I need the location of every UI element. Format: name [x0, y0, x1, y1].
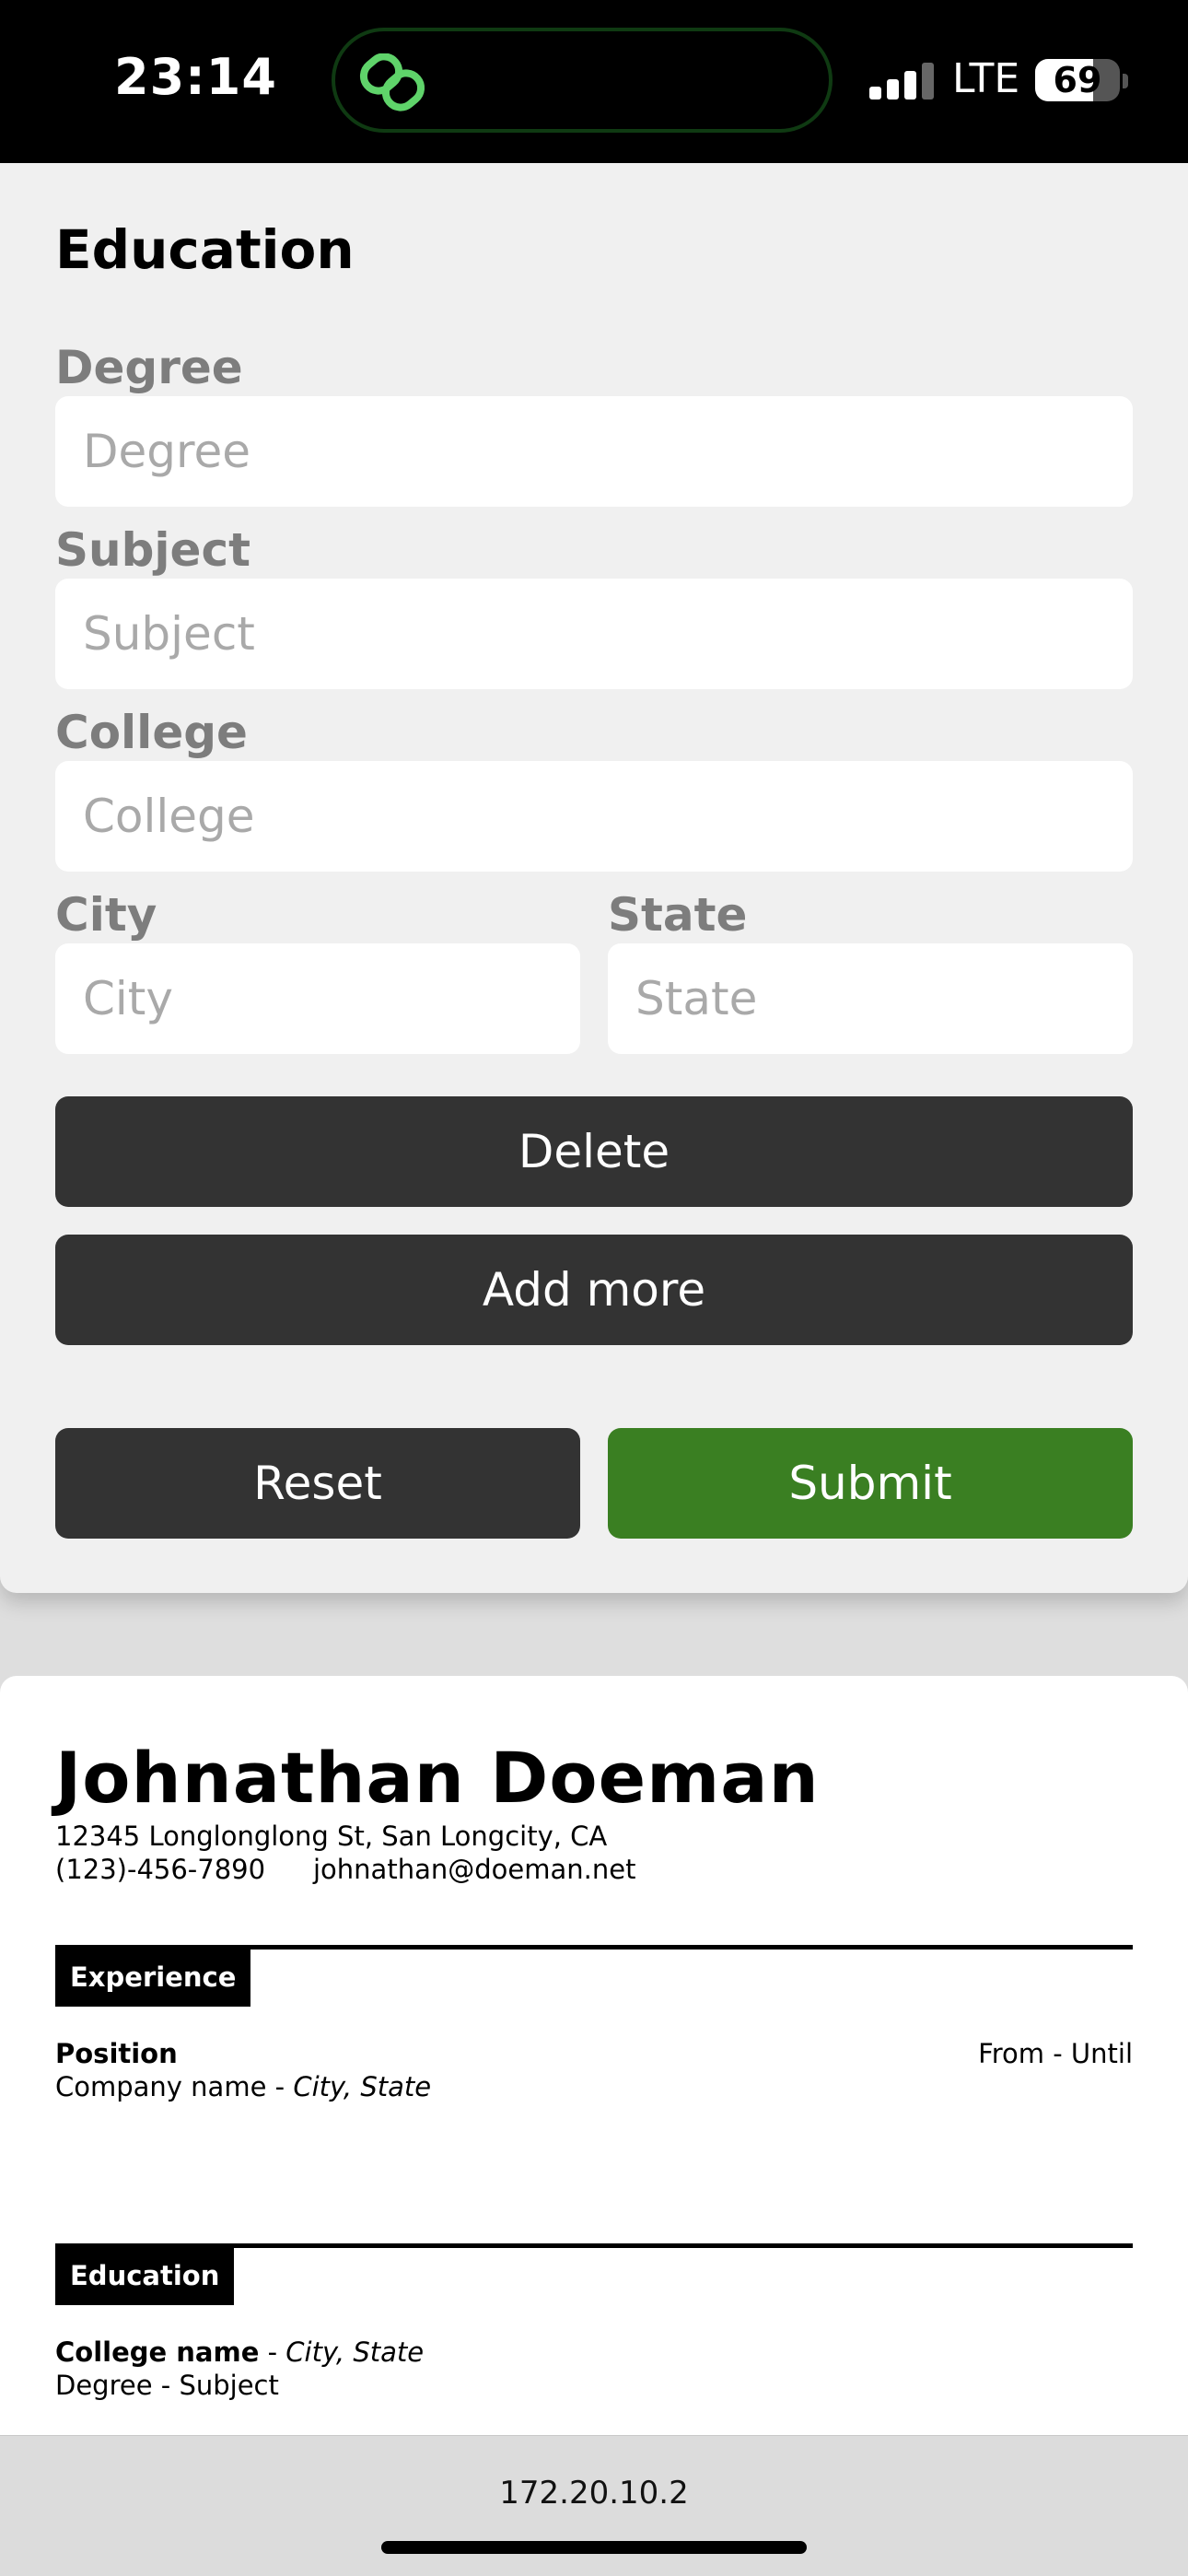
college-input[interactable]	[55, 761, 1133, 872]
experience-dates: From - Until	[978, 2038, 1133, 2069]
subject-label: Subject	[55, 523, 250, 577]
resume-email: johnathan@doeman.net	[313, 1854, 636, 1885]
state-input[interactable]	[608, 943, 1133, 1054]
resume-name: Johnathan Doeman	[55, 1737, 820, 1819]
dynamic-island	[332, 28, 833, 133]
home-indicator[interactable]	[381, 2541, 807, 2554]
reset-button[interactable]: Reset	[55, 1428, 580, 1539]
address-bar[interactable]: 172.20.10.2	[0, 2475, 1188, 2512]
education-college-line: College name - City, State	[55, 2336, 424, 2368]
state-label: State	[608, 888, 748, 942]
education-degree-subject: Degree - Subject	[55, 2370, 279, 2401]
resume-address: 12345 Longlonglong St, San Longcity, CA	[55, 1821, 608, 1852]
resume-preview: Johnathan Doeman 12345 Longlonglong St, …	[0, 1676, 1188, 2435]
education-college: College name	[55, 2336, 260, 2368]
resume-phone: (123)-456-7890	[55, 1854, 266, 1885]
experience-position: Position	[55, 2038, 178, 2069]
submit-button[interactable]: Submit	[608, 1428, 1133, 1539]
status-bar: 23:14 LTE 69	[0, 0, 1188, 163]
battery-icon: 69	[1035, 59, 1120, 101]
clock: 23:14	[114, 48, 277, 106]
battery-level: 69	[1053, 60, 1102, 100]
experience-company-line: Company name - City, State	[55, 2071, 431, 2102]
experience-location: City, State	[293, 2071, 432, 2102]
delete-button[interactable]: Delete	[55, 1096, 1133, 1207]
college-label: College	[55, 706, 248, 759]
city-label: City	[55, 888, 157, 942]
experience-separator: -	[266, 2071, 294, 2102]
network-type: LTE	[952, 55, 1020, 102]
add-more-button[interactable]: Add more	[55, 1235, 1133, 1345]
education-separator: -	[259, 2336, 286, 2368]
section-title: Education	[55, 218, 355, 281]
degree-input[interactable]	[55, 396, 1133, 507]
city-input[interactable]	[55, 943, 580, 1054]
education-heading: Education	[55, 2246, 235, 2305]
link-app-icon	[359, 53, 425, 111]
subject-input[interactable]	[55, 579, 1133, 689]
education-form: Education Degree Subject College City St…	[0, 163, 1188, 1593]
browser-bottom-bar: 172.20.10.2	[0, 2435, 1188, 2576]
battery-cap	[1123, 74, 1128, 88]
degree-label: Degree	[55, 341, 243, 394]
education-location: City, State	[285, 2336, 425, 2368]
experience-company: Company name	[55, 2071, 267, 2102]
cellular-signal-icon	[869, 61, 934, 100]
experience-heading: Experience	[55, 1948, 251, 2007]
